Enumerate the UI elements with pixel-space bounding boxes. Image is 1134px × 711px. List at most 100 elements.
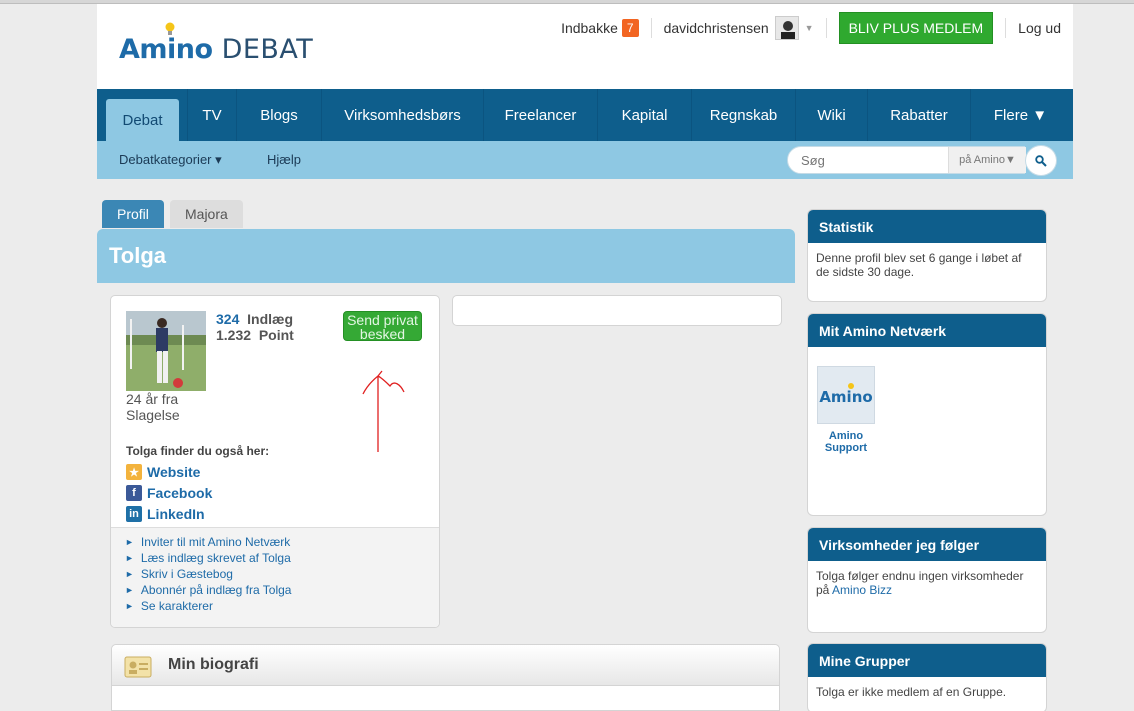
facebook-label: Facebook	[147, 485, 213, 501]
search-icon	[1035, 154, 1047, 167]
nav-regnskab[interactable]: Regnskab	[692, 89, 796, 141]
linkedin-link[interactable]: in LinkedIn	[126, 506, 205, 522]
chevron-down-icon: ▼	[804, 23, 814, 33]
network-member-name[interactable]: Amino Support	[817, 430, 875, 454]
triangle-right-icon: ►	[125, 537, 134, 547]
inbox-count-badge: 7	[621, 19, 639, 37]
guestbook-link[interactable]: ► Skriv i Gæstebog	[125, 566, 439, 582]
triangle-right-icon: ►	[125, 601, 134, 611]
profile-header: Tolga	[97, 229, 795, 283]
nav-virksomhedsbors[interactable]: Virksomhedsbørs	[322, 89, 484, 141]
user-menu[interactable]: davidchristensen ▼	[652, 16, 826, 40]
site-header: Amino DEBAT Indbakke 7 davidchristensen …	[97, 4, 1073, 89]
user-toolbar: Indbakke 7 davidchristensen ▼ BLIV PLUS …	[549, 12, 1073, 44]
subscribe-link[interactable]: ► Abonnér på indlæg fra Tolga	[125, 582, 439, 598]
companies-box: Virksomheder jeg følger Tolga følger end…	[807, 527, 1047, 633]
logout-link[interactable]: Log ud	[1006, 17, 1073, 39]
posts-count[interactable]: 324	[216, 311, 239, 327]
network-box: Mit Amino Netværk Amino Amino Support	[807, 313, 1047, 516]
amino-bizz-link[interactable]: Amino Bizz	[832, 583, 892, 597]
star-icon: ★	[126, 464, 142, 480]
username: davidchristensen	[663, 20, 769, 36]
posts-label: Indlæg	[247, 311, 294, 327]
groups-box: Mine Grupper Tolga er ikke medlem af en …	[807, 643, 1047, 711]
biography-section: Min biografi	[111, 644, 780, 711]
search-scope-select[interactable]: på Amino▼	[948, 147, 1026, 173]
plus-membership-button[interactable]: BLIV PLUS MEDLEM	[838, 12, 994, 44]
network-title: Mit Amino Netværk	[808, 314, 1046, 347]
ratings-link[interactable]: ► Se karakterer	[125, 598, 439, 614]
profile-card: 24 år fra Slagelse 324 Indlæg 1.232 Poin…	[110, 295, 440, 628]
groups-text: Tolga er ikke medlem af en Gruppe.	[816, 685, 1007, 699]
tab-profile[interactable]: Profil	[102, 200, 164, 228]
facebook-icon: f	[126, 485, 142, 501]
action-label: Skriv i Gæstebog	[140, 567, 233, 581]
action-label: Abonnér på indlæg fra Tolga	[140, 583, 292, 597]
profile-tabs: Profil Majora	[102, 200, 249, 228]
page: Amino DEBAT Indbakke 7 davidchristensen …	[97, 4, 1073, 711]
biography-header: Min biografi	[112, 645, 779, 686]
nav-kapital[interactable]: Kapital	[598, 89, 692, 141]
groups-title: Mine Grupper	[808, 644, 1046, 677]
website-link[interactable]: ★ Website	[126, 464, 200, 480]
nav-debat[interactable]: Debat	[106, 99, 179, 141]
lightbulb-icon	[165, 22, 175, 35]
help-link[interactable]: Hjælp	[267, 152, 301, 167]
id-card-icon	[124, 656, 152, 678]
triangle-right-icon: ►	[125, 553, 134, 563]
posts-stat: 324 Indlæg	[216, 311, 294, 327]
nav-rabatter[interactable]: Rabatter	[868, 89, 971, 141]
action-label: Se karakterer	[140, 599, 213, 613]
points-count: 1.232	[216, 327, 252, 343]
city-line: Slagelse	[126, 407, 180, 423]
action-label: Inviter til mit Amino Netværk	[140, 535, 291, 549]
user-avatar	[774, 16, 799, 40]
linkedin-icon: in	[126, 506, 142, 522]
search-input[interactable]	[788, 147, 946, 173]
tile-logo: Amino	[819, 388, 872, 406]
inbox-label: Indbakke	[561, 20, 618, 36]
companies-title: Virksomheder jeg følger	[808, 528, 1046, 561]
profile-photo[interactable]	[126, 311, 206, 391]
annotation-arrow	[362, 370, 405, 452]
facebook-link[interactable]: f Facebook	[126, 485, 212, 501]
triangle-right-icon: ►	[125, 585, 134, 595]
tab-majora[interactable]: Majora	[170, 200, 243, 228]
find-also-title: Tolga finder du også her:	[126, 444, 270, 458]
age-line: 24 år fra	[126, 391, 179, 407]
network-member-tile[interactable]: Amino	[817, 366, 875, 424]
logo-debat: DEBAT	[221, 34, 314, 65]
profile-name: Tolga	[109, 243, 167, 268]
nav-more[interactable]: Flere ▼	[971, 89, 1070, 141]
triangle-right-icon: ►	[125, 569, 134, 579]
companies-text-wrap: Tolga følger endnu ingen virksomheder på…	[808, 561, 1046, 597]
search-button[interactable]	[1025, 145, 1057, 176]
statistics-title: Statistik	[808, 210, 1046, 243]
sub-navigation: Debatkategorier ▾ Hjælp på Amino▼	[97, 141, 1073, 179]
debate-categories-menu[interactable]: Debatkategorier ▾	[119, 152, 222, 168]
linkedin-label: LinkedIn	[147, 506, 205, 522]
nav-tv[interactable]: TV	[187, 89, 237, 141]
action-label: Læs indlæg skrevet af Tolga	[140, 551, 291, 565]
logo-amino: Amino	[119, 34, 213, 65]
website-label: Website	[147, 464, 201, 480]
empty-panel	[452, 295, 782, 326]
nav-wiki[interactable]: Wiki	[796, 89, 868, 141]
main-navigation: Debat TV Blogs Virksomhedsbørs Freelance…	[97, 89, 1073, 141]
statistics-text: Denne profil blev set 6 gange i løbet af…	[816, 251, 1022, 279]
statistics-box: Statistik Denne profil blev set 6 gange …	[807, 209, 1047, 302]
divider	[825, 18, 827, 38]
search-box: på Amino▼	[787, 146, 1026, 174]
invite-network-link[interactable]: ► Inviter til mit Amino Netværk	[125, 534, 439, 550]
biography-title: Min biografi	[168, 656, 259, 673]
profile-stats: 324 Indlæg 1.232 Point	[216, 311, 294, 343]
nav-blogs[interactable]: Blogs	[237, 89, 322, 141]
points-label: Point	[258, 327, 294, 343]
read-posts-link[interactable]: ► Læs indlæg skrevet af Tolga	[125, 550, 439, 566]
profile-location: 24 år fra Slagelse	[126, 391, 180, 423]
profile-actions: ► Inviter til mit Amino Netværk ► Læs indl…	[111, 527, 439, 627]
nav-freelancer[interactable]: Freelancer	[484, 89, 598, 141]
site-logo[interactable]: Amino DEBAT	[119, 22, 314, 68]
inbox-link[interactable]: Indbakke 7	[549, 17, 651, 39]
send-private-message-button[interactable]: Send privat besked	[343, 311, 422, 341]
